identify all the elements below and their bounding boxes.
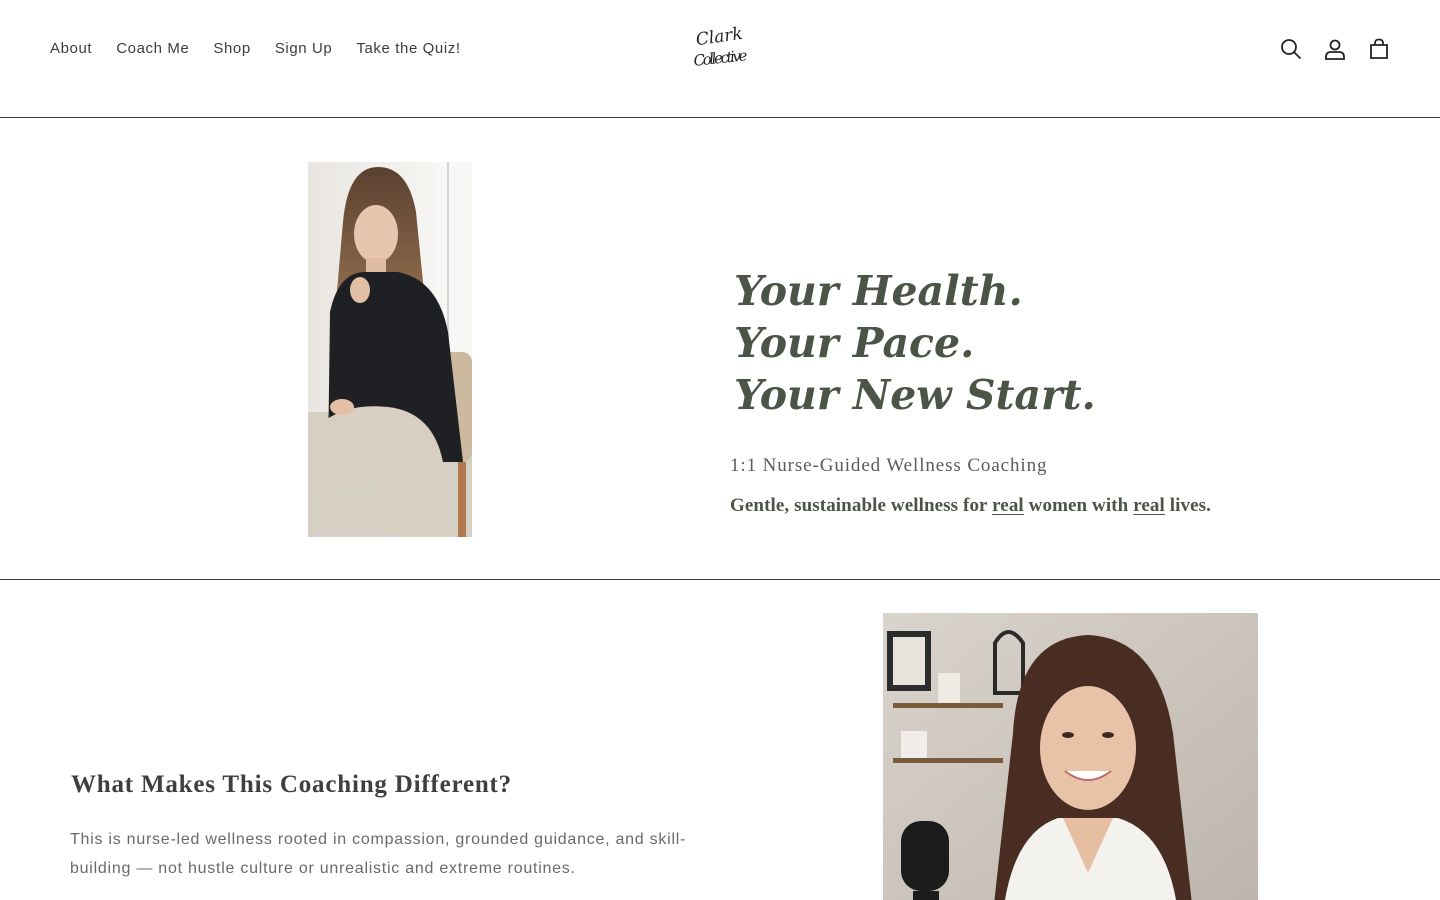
logo-mark: Clark Collective (693, 24, 749, 70)
search-icon[interactable] (1276, 34, 1306, 64)
hero-section: Your Health. Your Pace. Your New Start. … (0, 119, 1440, 580)
site-header: About Coach Me Shop Sign Up Take the Qui… (0, 0, 1440, 118)
hero-subtitle: 1:1 Nurse-Guided Wellness Coaching (730, 455, 1048, 476)
tagline-part-2: women with (1023, 495, 1134, 516)
header-actions (1276, 34, 1394, 64)
svg-text:Clark: Clark (695, 24, 744, 50)
hero-portrait-image (308, 162, 472, 537)
hero-tagline: Gentle, sustainable wellness for real wo… (730, 495, 1370, 517)
site-logo[interactable]: Clark Collective (690, 20, 752, 76)
hero-copy: Your Health. Your Pace. Your New Start. … (730, 265, 1370, 517)
hero-title: Your Health. Your Pace. Your New Start. (734, 265, 1370, 421)
tagline-emphasis-1: real (992, 495, 1024, 516)
account-icon[interactable] (1320, 34, 1350, 64)
nav-coach-me[interactable]: Coach Me (104, 37, 201, 61)
hero-title-line-1: Your Health. (734, 267, 1023, 315)
tagline-part-1: Gentle, sustainable wellness for (730, 495, 993, 516)
hero-title-line-3: Your New Start. (734, 371, 1096, 419)
coaching-different-section: What Makes This Coaching Different? This… (0, 581, 1440, 900)
nav-shop[interactable]: Shop (201, 37, 262, 61)
main-nav: About Coach Me Shop Sign Up Take the Qui… (38, 37, 473, 61)
nav-about[interactable]: About (38, 37, 104, 61)
coach-portrait-image (883, 613, 1258, 900)
cart-icon[interactable] (1364, 34, 1394, 64)
nav-take-quiz[interactable]: Take the Quiz! (344, 37, 472, 61)
section-body: This is nurse-led wellness rooted in com… (70, 831, 687, 877)
section-heading: What Makes This Coaching Different? (71, 771, 512, 798)
tagline-part-3: lives. (1164, 495, 1211, 516)
tagline-emphasis-2: real (1133, 495, 1165, 516)
hero-title-line-2: Your Pace. (734, 319, 975, 367)
nav-sign-up[interactable]: Sign Up (263, 37, 345, 61)
svg-text:Collective: Collective (693, 46, 749, 70)
